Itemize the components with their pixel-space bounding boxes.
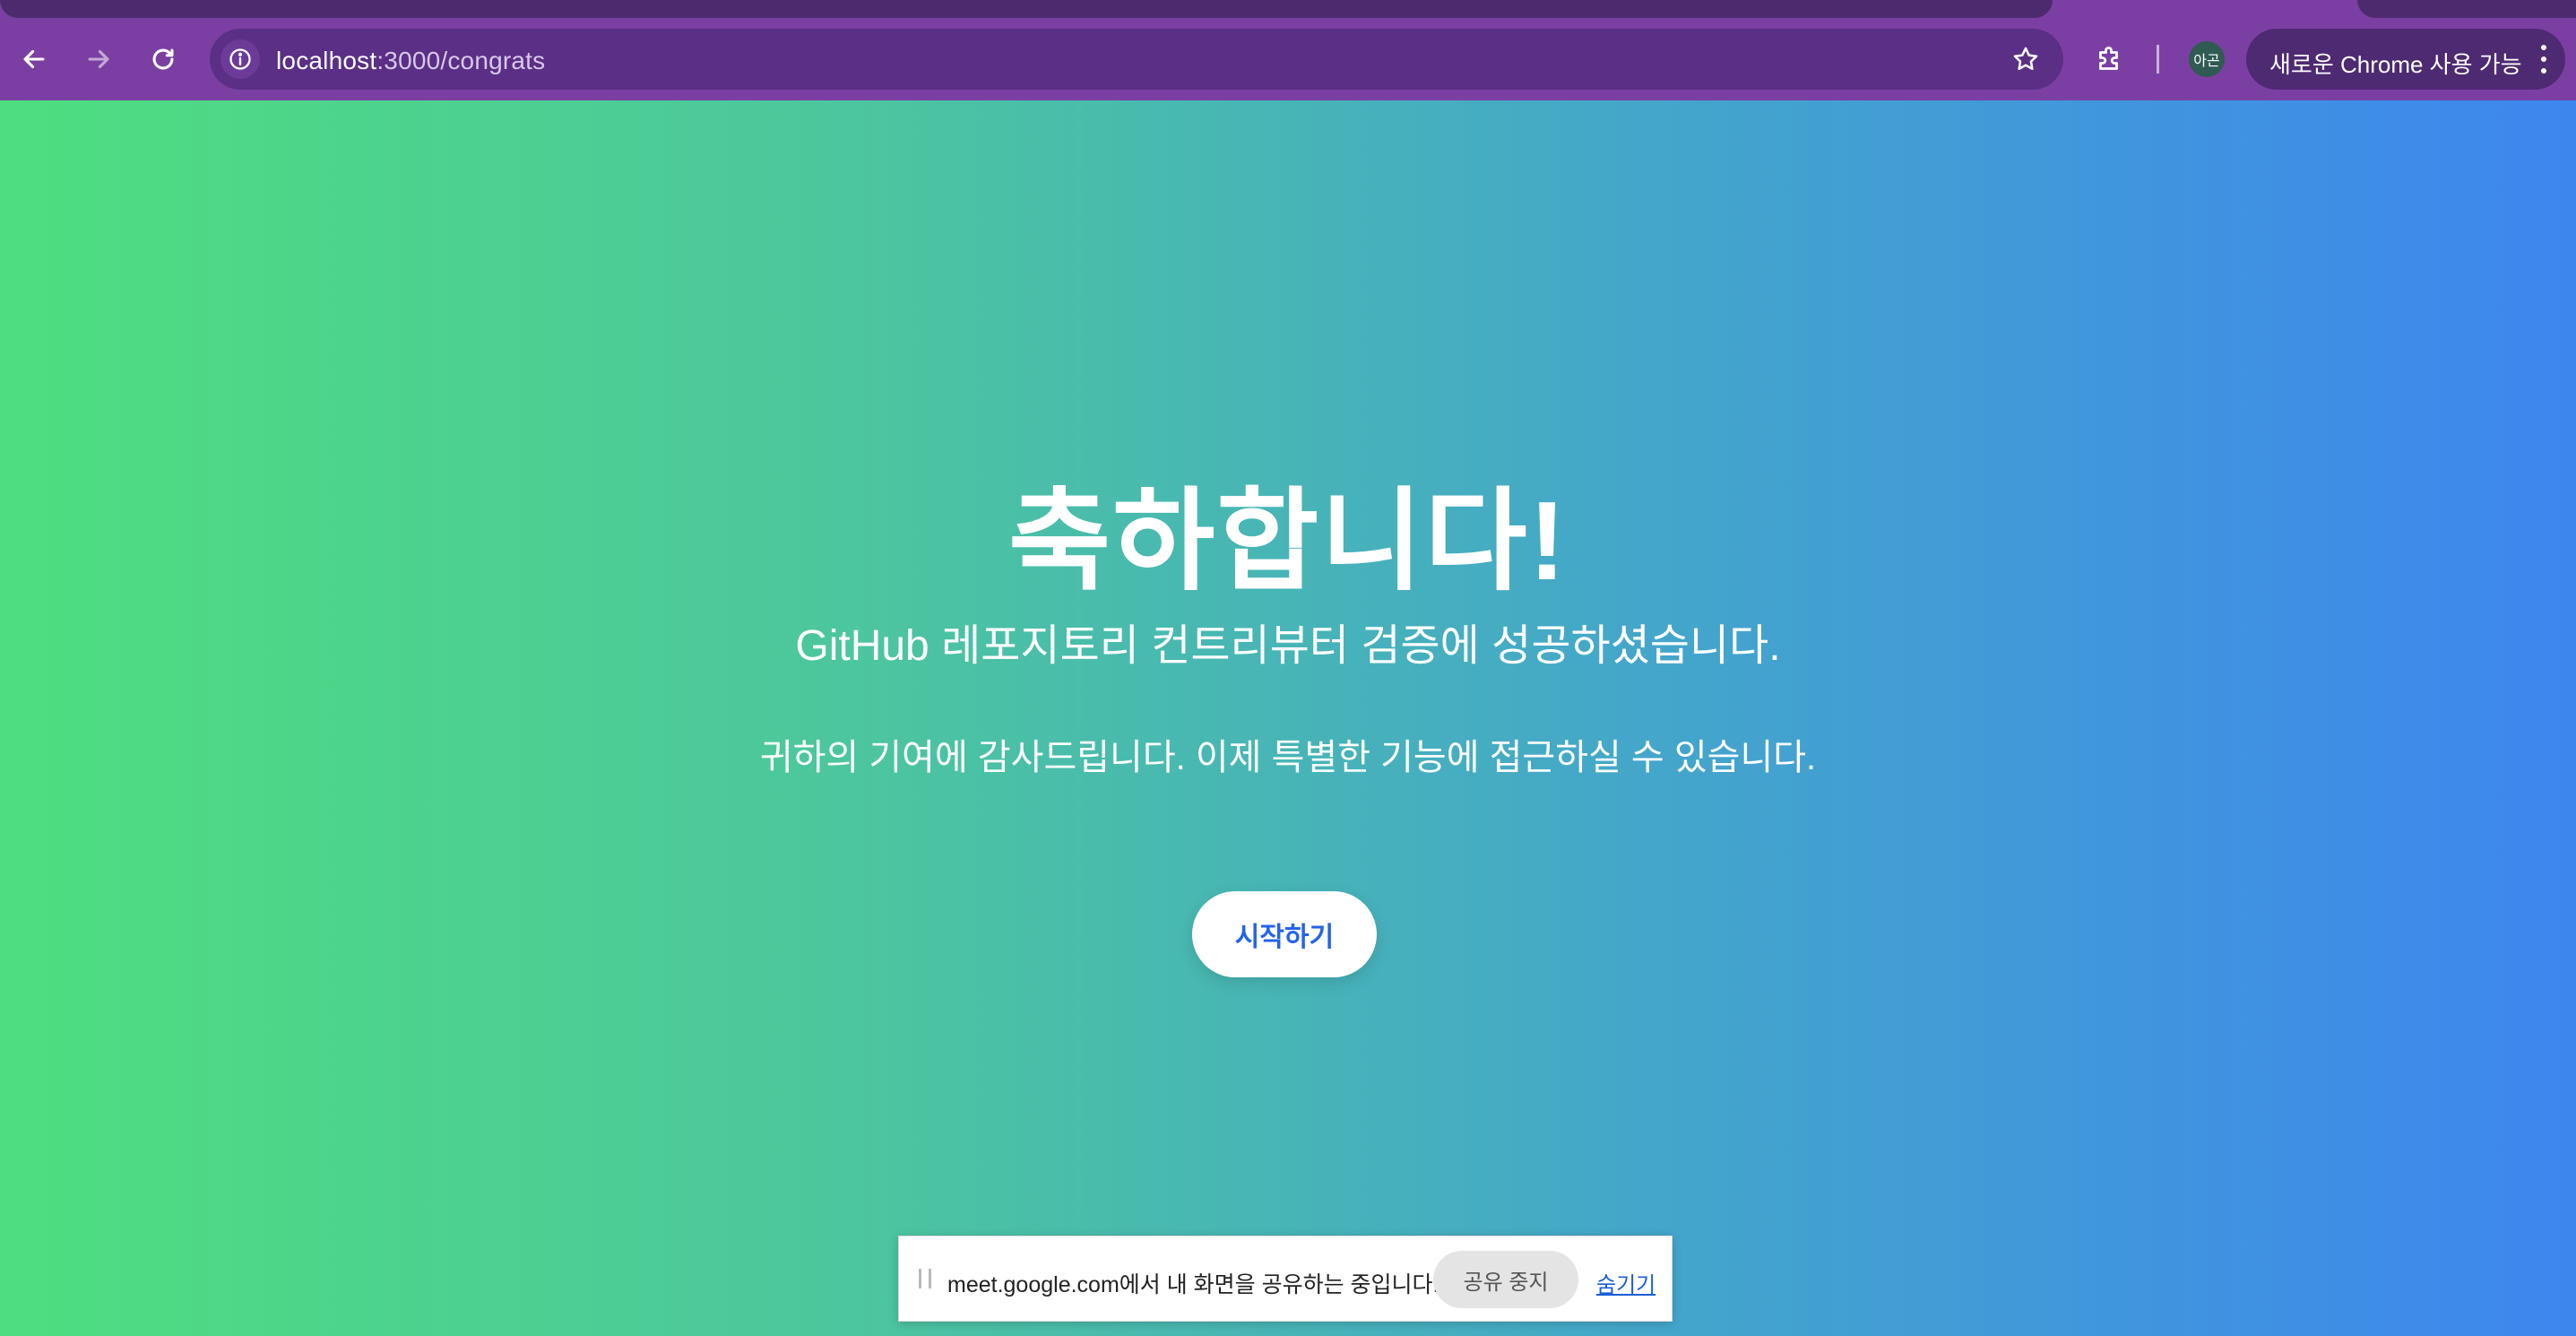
start-button[interactable]: 시작하기 xyxy=(1192,891,1377,977)
puzzle-icon xyxy=(2099,46,2118,70)
toolbar-divider xyxy=(2157,45,2159,74)
reload-button[interactable] xyxy=(143,39,183,79)
url-text[interactable]: localhost:3000/congrats xyxy=(276,47,545,75)
browser-tab[interactable] xyxy=(2357,0,2576,18)
star-icon xyxy=(2013,47,2038,71)
back-button[interactable] xyxy=(14,39,54,79)
browser-chrome: localhost:3000/congrats 아곤 새로운 Chrome 사용… xyxy=(0,0,2576,100)
url-host: localhost xyxy=(276,47,377,74)
address-bar[interactable]: localhost:3000/congrats xyxy=(210,29,2063,90)
page-title: 축하합니다! xyxy=(1008,480,1568,603)
kebab-menu-icon xyxy=(2537,45,2551,74)
hide-link[interactable]: 숨기기 xyxy=(1596,1267,1655,1298)
screen-share-bar: meet.google.com에서 내 화면을 공유하는 중입니다. 공유 중지… xyxy=(898,1236,1673,1322)
arrow-right-icon xyxy=(88,49,109,69)
browser-tab[interactable] xyxy=(0,0,2053,18)
arrow-left-icon xyxy=(23,49,45,69)
url-path: :3000/congrats xyxy=(376,47,546,74)
tab-strip xyxy=(0,0,2576,18)
forward-button[interactable] xyxy=(79,39,118,79)
congrats-page: 축하합니다! GitHub 레포지토리 컨트리뷰터 검증에 성공하셨습니다. 귀… xyxy=(0,100,2576,1336)
stop-sharing-button[interactable]: 공유 중지 xyxy=(1433,1251,1578,1308)
chrome-update-button[interactable]: 새로운 Chrome 사용 가능 xyxy=(2246,29,2565,90)
update-label: 새로운 Chrome 사용 가능 xyxy=(2269,51,2522,78)
page-message: 귀하의 기여에 감사드립니다. 이제 특별한 기능에 접근하실 수 있습니다. xyxy=(759,738,1817,777)
site-info-button[interactable] xyxy=(220,39,260,79)
extensions-button[interactable] xyxy=(2090,39,2130,79)
profile-avatar[interactable]: 아곤 xyxy=(2189,41,2225,77)
browser-toolbar: localhost:3000/congrats 아곤 새로운 Chrome 사용… xyxy=(0,18,2576,100)
share-message: meet.google.com에서 내 화면을 공유하는 중입니다. xyxy=(947,1272,1439,1297)
reload-icon xyxy=(152,48,174,70)
info-icon xyxy=(229,48,251,70)
drag-handle-icon[interactable] xyxy=(919,1269,931,1288)
bookmark-button[interactable] xyxy=(2006,39,2045,79)
page-subtitle: GitHub 레포지토리 컨트리뷰터 검증에 성공하셨습니다. xyxy=(795,622,1781,670)
